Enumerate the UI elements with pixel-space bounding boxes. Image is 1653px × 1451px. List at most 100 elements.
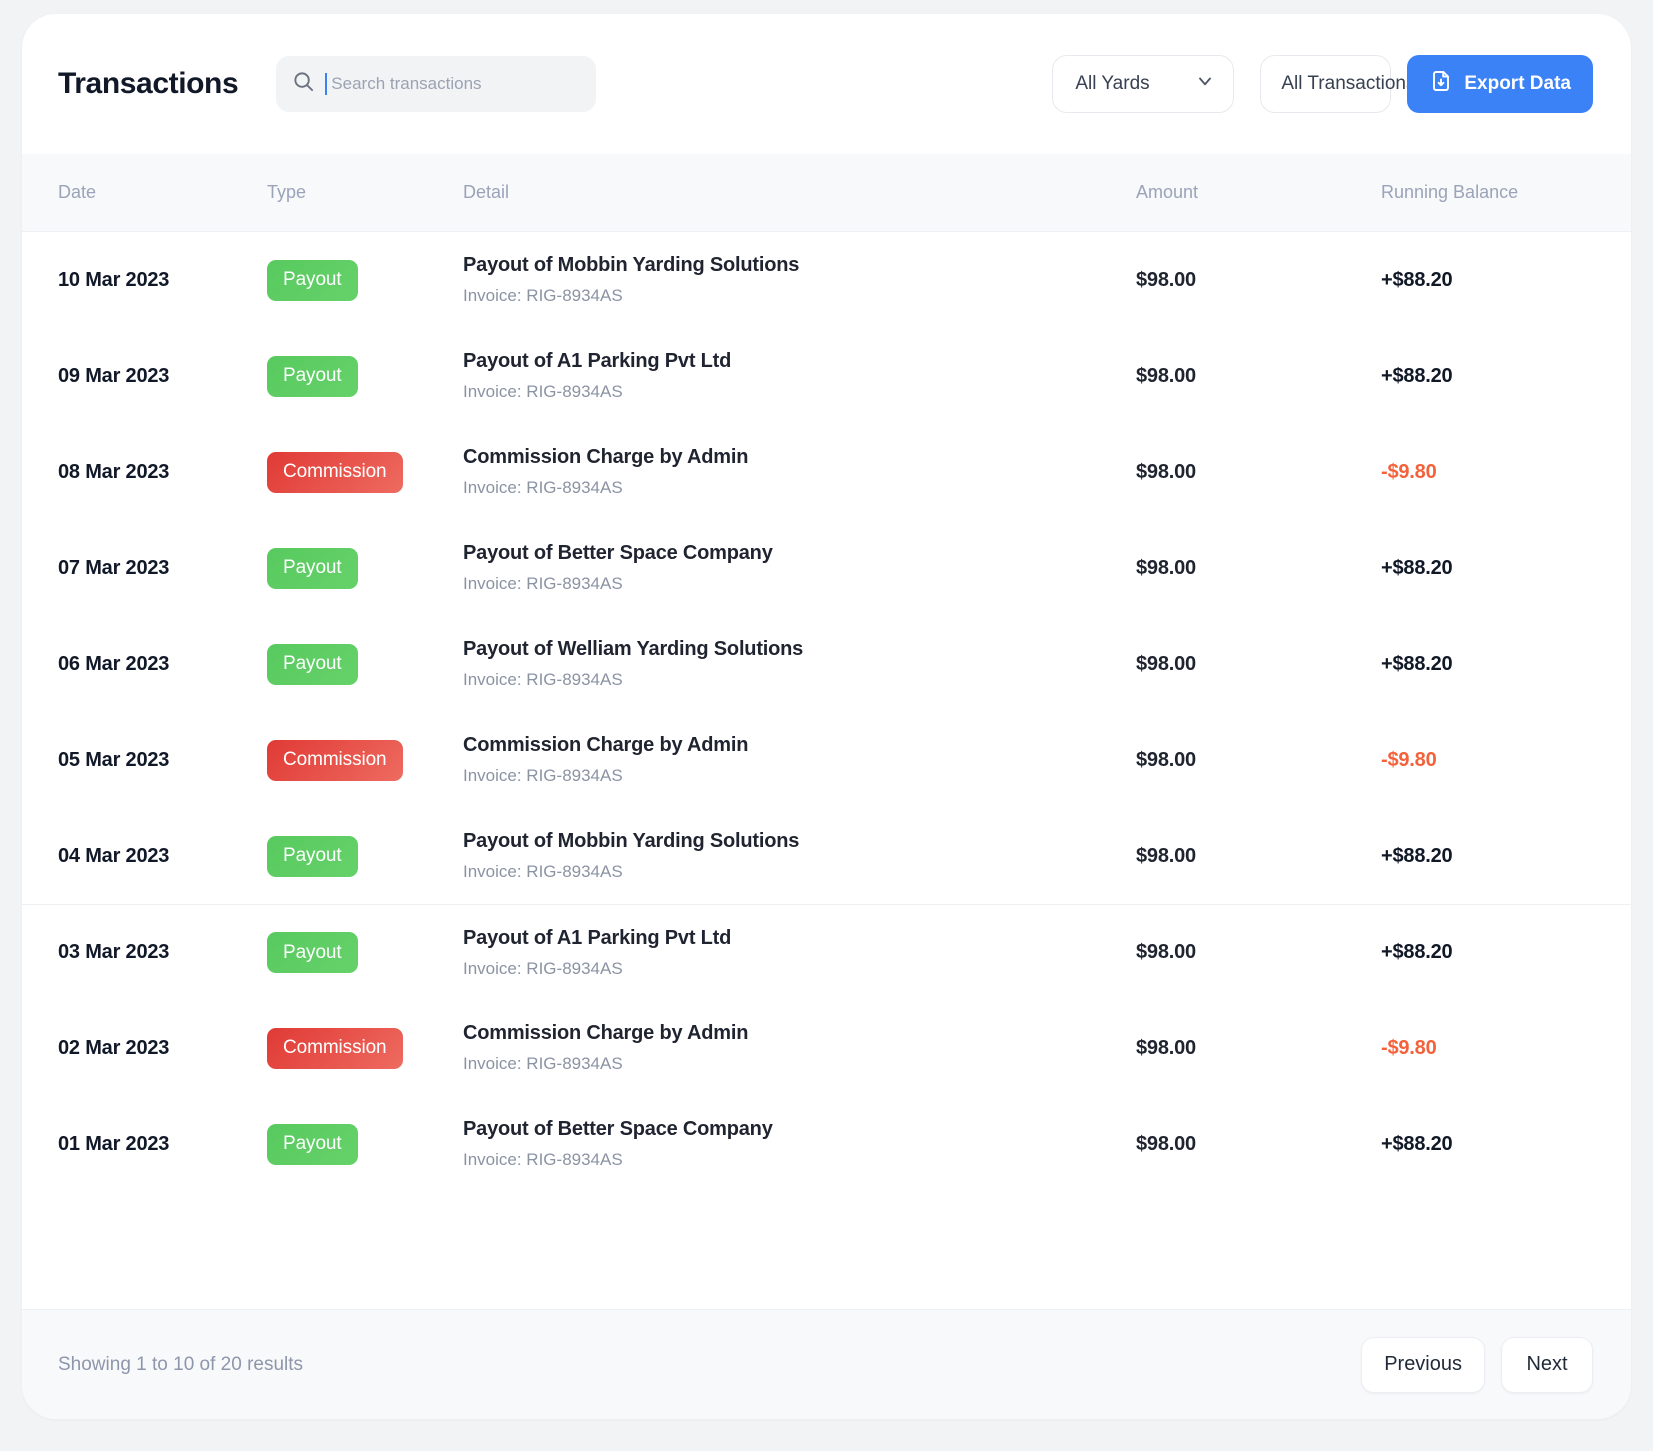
cell-type: Payout (267, 932, 463, 973)
detail-title: Commission Charge by Admin (463, 1022, 749, 1045)
table-row[interactable]: 09 Mar 2023 Payout Payout of A1 Parking Pv… (22, 328, 1631, 424)
detail-invoice: Invoice: RIG-8934AS (463, 1150, 623, 1170)
cell-type: Commission (267, 739, 463, 781)
next-page-button[interactable]: Next (1501, 1336, 1593, 1393)
page-title: Transactions (58, 67, 239, 100)
cell-running-balance: -$9.80 (1381, 1036, 1437, 1059)
results-count-text: Showing 1 to 10 of 20 results (58, 1353, 304, 1375)
table-row[interactable]: 10 Mar 2023 Payout Payout of Mobbin Yardin… (22, 232, 1631, 328)
cell-running-balance: +$88.20 (1381, 941, 1453, 963)
detail-title: Payout of Mobbin Yarding Solutions (463, 254, 800, 277)
status-badge: Commission (267, 1027, 403, 1069)
cell-amount: $98.00 (1136, 1132, 1196, 1155)
detail-invoice: Invoice: RIG-8934AS (463, 670, 623, 690)
search-input-wrapper[interactable] (276, 56, 597, 112)
cell-detail: Payout of A1 Parking Pvt Ltd Invoice: RIG… (463, 349, 1136, 402)
column-header-detail: Detail (463, 182, 510, 202)
detail-invoice: Invoice: RIG-8934AS (463, 478, 623, 498)
detail-title: Payout of A1 Parking Pvt Ltd (463, 926, 732, 949)
cell-detail: Payout of Better Space Company Invoice: R… (463, 1117, 1136, 1170)
cell-date: 07 Mar 2023 (58, 556, 170, 579)
toolbar: Transactions All Yards (22, 14, 1631, 154)
pagination-controls: Previous Next (1361, 1336, 1593, 1393)
table-footer: Showing 1 to 10 of 20 results Previous N… (22, 1309, 1631, 1419)
table-row[interactable]: 03 Mar 2023 Payout Payout of A1 Parking Pv… (22, 904, 1631, 1000)
detail-invoice: Invoice: RIG-8934AS (463, 382, 623, 402)
table-row[interactable]: 01 Mar 2023 Payout Payout of Better Space … (22, 1096, 1631, 1192)
cell-amount: $98.00 (1136, 268, 1196, 291)
transactions-card: Transactions All Yards (22, 14, 1631, 1419)
cell-running-balance: +$88.20 (1381, 364, 1453, 387)
previous-page-button[interactable]: Previous (1361, 1336, 1485, 1393)
detail-invoice: Invoice: RIG-8934AS (463, 574, 623, 594)
cell-date: 01 Mar 2023 (58, 1132, 170, 1155)
column-header-date: Date (58, 182, 97, 202)
table-row[interactable]: 07 Mar 2023 Payout Payout of Better Space … (22, 520, 1631, 616)
cell-running-balance: +$88.20 (1381, 268, 1453, 291)
detail-invoice: Invoice: RIG-8934AS (463, 1054, 623, 1074)
search-input[interactable] (331, 56, 581, 112)
column-header-running-balance: Running Balance (1381, 182, 1519, 202)
cell-running-balance: +$88.20 (1381, 652, 1453, 675)
export-data-button[interactable]: Export Data (1407, 55, 1593, 113)
table-body: 10 Mar 2023 Payout Payout of Mobbin Yardin… (22, 232, 1631, 1192)
cell-detail: Payout of Welliam Yarding Solutions Invoi… (463, 637, 1136, 690)
table-header-row: Date Type Detail Amount Running Balance (22, 154, 1631, 232)
column-header-type: Type (267, 182, 307, 202)
cell-amount: $98.00 (1136, 652, 1196, 675)
column-header-amount: Amount (1136, 182, 1199, 202)
cell-detail: Payout of Mobbin Yarding Solutions Invoic… (463, 253, 1136, 306)
status-badge: Payout (267, 835, 358, 877)
detail-invoice: Invoice: RIG-8934AS (463, 286, 623, 306)
cell-running-balance: +$88.20 (1381, 556, 1453, 579)
cell-detail: Commission Charge by Admin Invoice: RIG-8… (463, 733, 1136, 786)
cell-detail: Commission Charge by Admin Invoice: RIG-8… (463, 445, 1136, 498)
status-badge: Commission (267, 739, 403, 781)
cell-amount: $98.00 (1136, 1036, 1196, 1059)
table-row[interactable]: 08 Mar 2023 Commission Commission Charge b… (22, 424, 1631, 520)
transactions-table: Date Type Detail Amount Running Balance … (22, 154, 1631, 1309)
cell-amount: $98.00 (1136, 460, 1196, 483)
page-background: Transactions All Yards (0, 0, 1653, 1451)
table-row[interactable]: 04 Mar 2023 Payout Payout of Mobbin Yardin… (22, 808, 1631, 904)
cell-date: 08 Mar 2023 (58, 460, 170, 483)
cell-date: 05 Mar 2023 (58, 748, 170, 771)
cell-detail: Payout of A1 Parking Pvt Ltd Invoice: RIG… (463, 926, 1136, 979)
export-data-label: Export Data (1464, 73, 1571, 94)
table-row[interactable]: 02 Mar 2023 Commission Commission Charge b… (22, 1000, 1631, 1096)
status-badge: Commission (267, 451, 403, 493)
detail-title: Commission Charge by Admin (463, 734, 749, 757)
table-row[interactable]: 06 Mar 2023 Payout Payout of Welliam Yardi… (22, 616, 1631, 712)
table-row[interactable]: 05 Mar 2023 Commission Commission Charge b… (22, 712, 1631, 808)
status-badge: Payout (267, 643, 358, 685)
cell-type: Payout (267, 547, 463, 589)
cell-amount: $98.00 (1136, 364, 1196, 387)
cell-date: 04 Mar 2023 (58, 844, 170, 867)
cell-date: 06 Mar 2023 (58, 652, 170, 675)
cell-running-balance: +$88.20 (1381, 844, 1453, 867)
status-badge: Payout (267, 259, 358, 301)
transaction-type-filter-dropdown[interactable]: All Transactions (1260, 55, 1441, 113)
status-badge: Payout (267, 547, 358, 589)
cell-amount: $98.00 (1136, 844, 1196, 867)
cell-detail: Commission Charge by Admin Invoice: RIG-8… (463, 1021, 1136, 1074)
transaction-type-filter-label: All Transactions (1281, 73, 1416, 94)
detail-title: Payout of Mobbin Yarding Solutions (463, 830, 800, 853)
detail-invoice: Invoice: RIG-8934AS (463, 862, 623, 882)
detail-invoice: Invoice: RIG-8934AS (463, 766, 623, 786)
status-badge: Payout (267, 1123, 358, 1165)
yards-filter-dropdown[interactable]: All Yards (1052, 55, 1235, 113)
file-download-icon (1429, 69, 1453, 99)
status-badge: Payout (267, 355, 358, 397)
cell-detail: Payout of Mobbin Yarding Solutions Invoic… (463, 829, 1136, 882)
cell-date: 09 Mar 2023 (58, 364, 170, 387)
cell-running-balance: -$9.80 (1381, 460, 1437, 483)
detail-title: Commission Charge by Admin (463, 446, 749, 469)
cell-type: Payout (267, 259, 463, 301)
search-icon (292, 70, 315, 98)
cell-type: Payout (267, 355, 463, 397)
cell-type: Payout (267, 835, 463, 877)
detail-title: Payout of Welliam Yarding Solutions (463, 638, 804, 661)
cell-type: Payout (267, 643, 463, 685)
cell-amount: $98.00 (1136, 748, 1196, 771)
